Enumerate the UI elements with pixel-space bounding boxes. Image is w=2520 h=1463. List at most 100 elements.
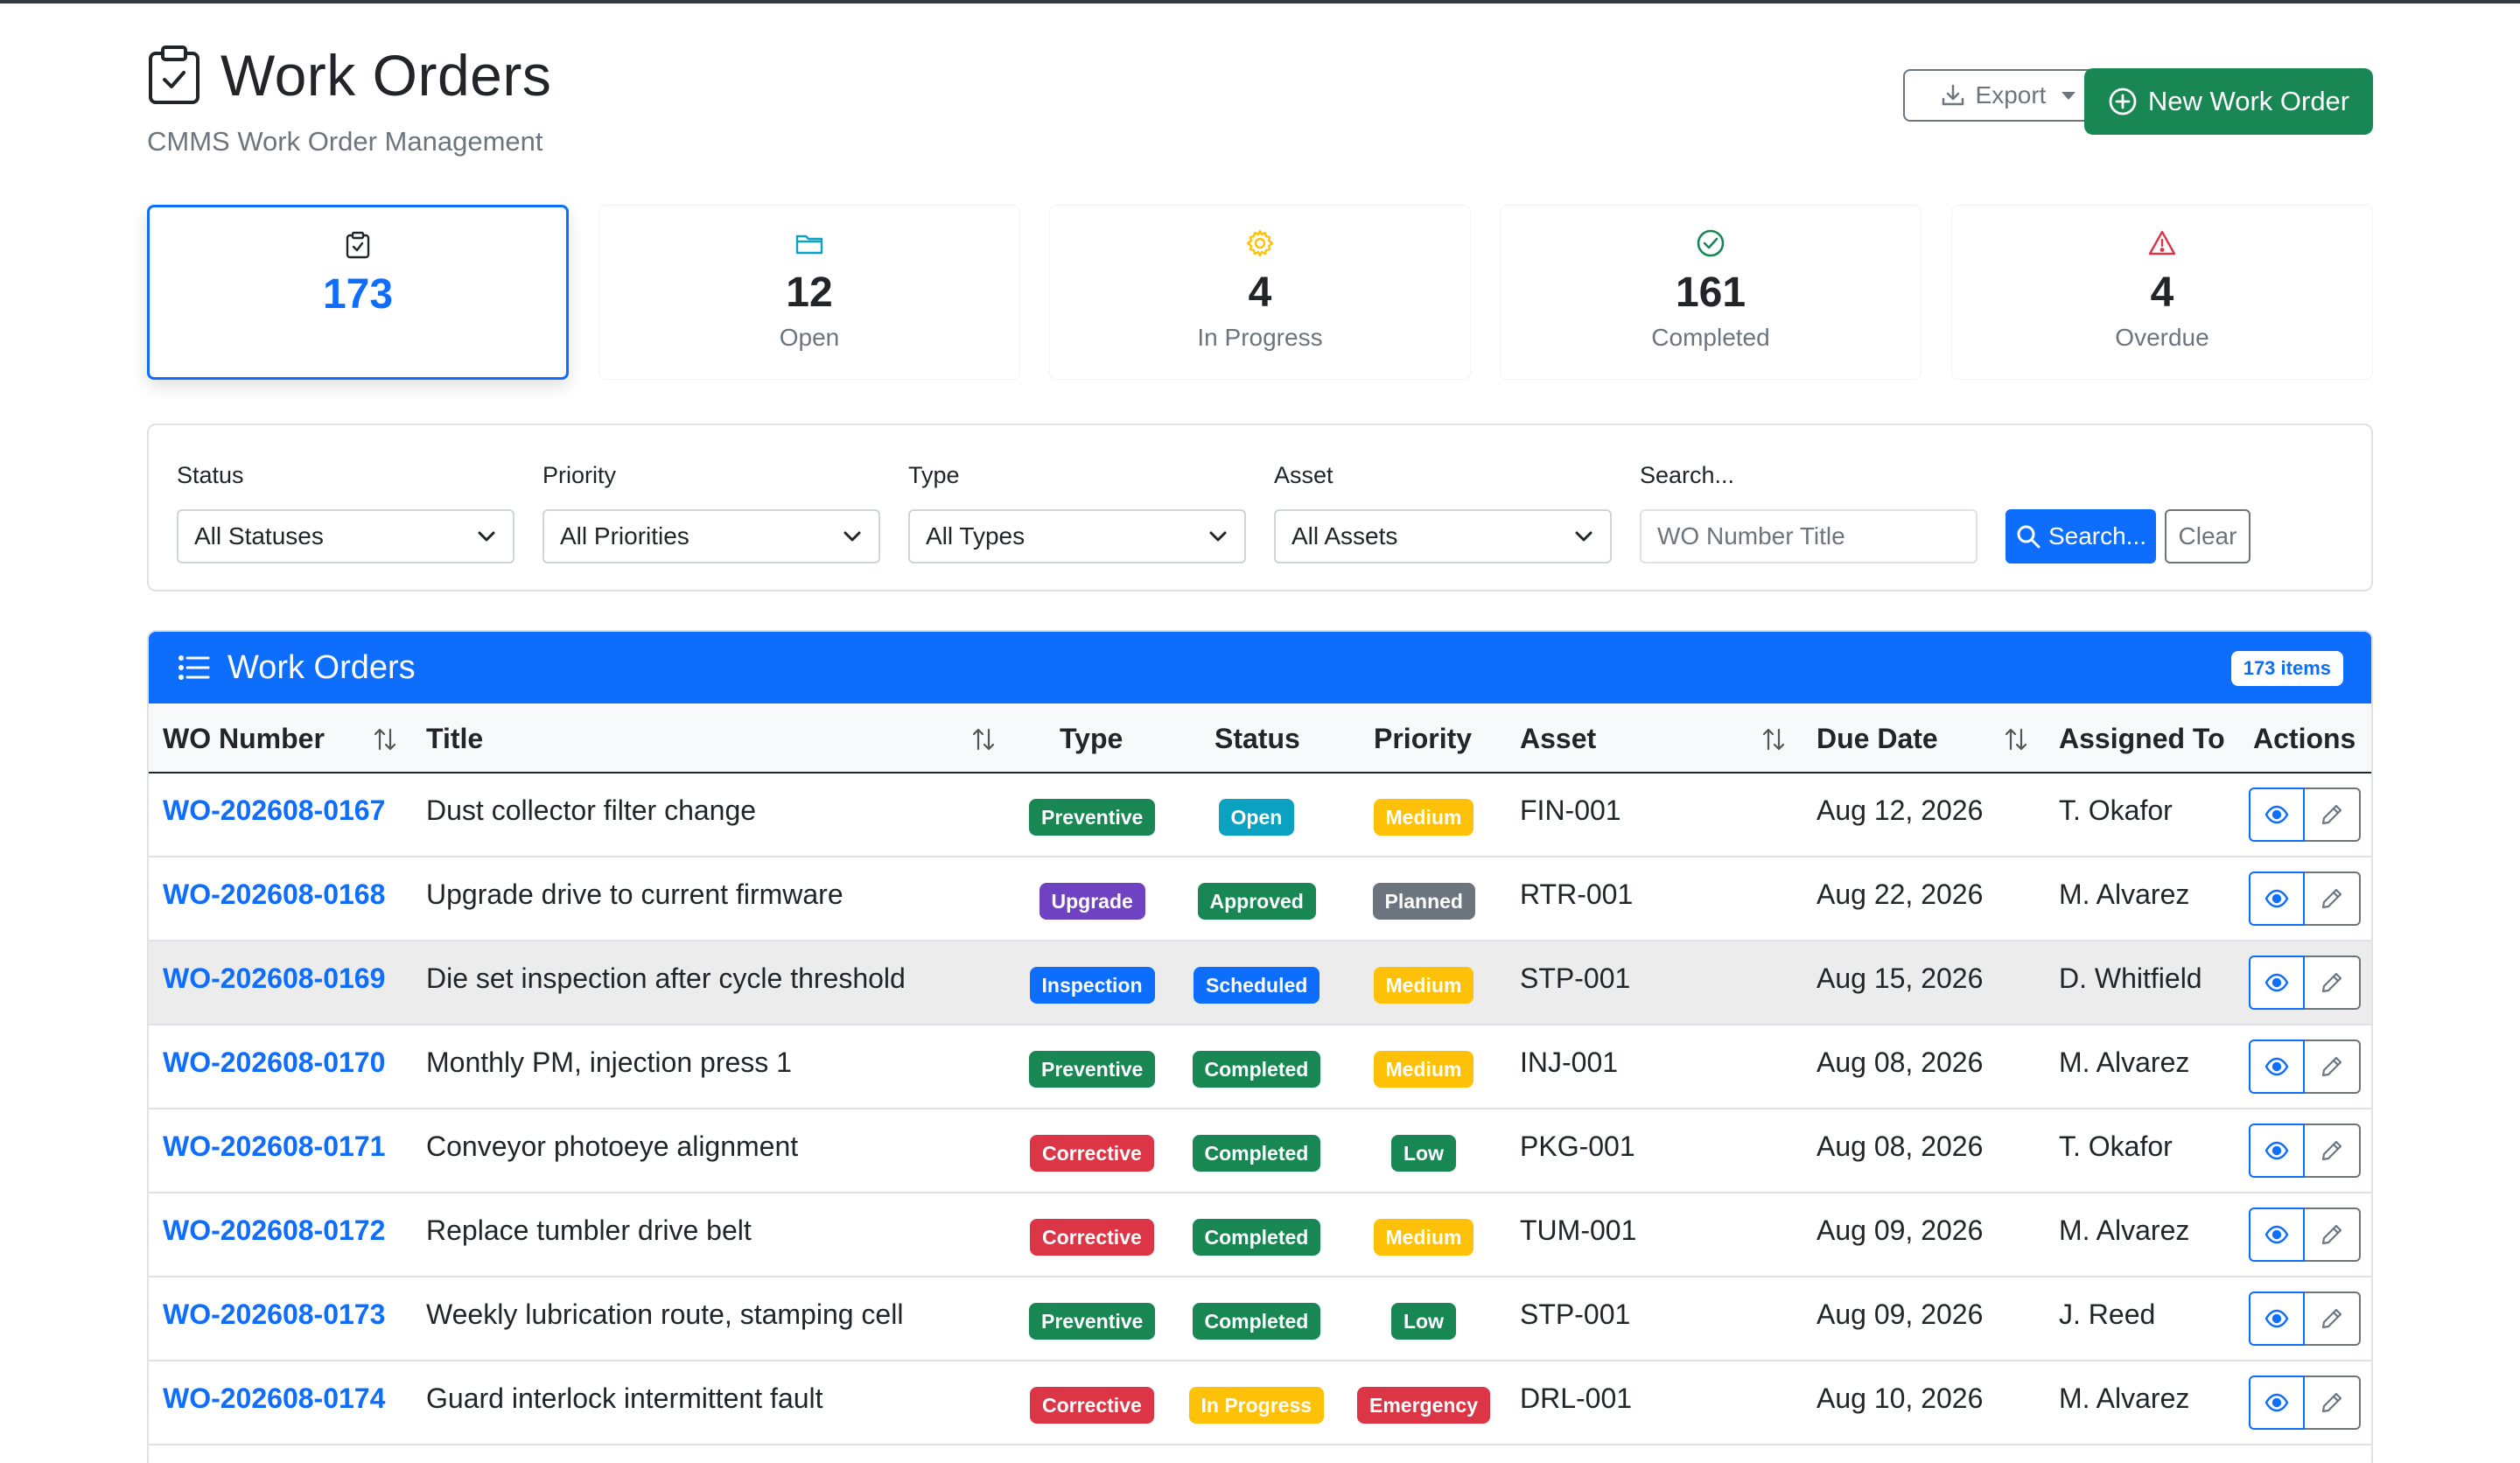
type-filter-label: Type [908,462,960,488]
wo-number-link[interactable]: WO-202608-0167 [163,794,385,827]
view-button[interactable] [2249,1292,2305,1346]
eye-icon [2264,889,2289,908]
chevron-down-icon [844,531,861,542]
due-date: Aug 09, 2026 [1816,1298,1984,1330]
table-row[interactable]: WO-202608-0172 Replace tumbler drive belt… [149,1194,2371,1278]
priority-select-value: All Priorities [560,522,690,550]
asset-code: INJ-001 [1520,1046,1619,1078]
wo-number-link[interactable]: WO-202608-0171 [163,1130,385,1163]
pencil-icon [2321,1056,2342,1077]
wo-title: Die set inspection after cycle threshold [426,962,906,994]
export-label: Export [1975,81,2047,108]
view-button[interactable] [2249,1376,2305,1430]
due-date: Aug 09, 2026 [1816,1214,1984,1246]
type-badge: Corrective [1030,1219,1154,1256]
stat-label-overdue: Overdue [2115,324,2209,351]
table-card-header: Work Orders 173 items [149,632,2371,704]
wo-number-link[interactable]: WO-202608-0174 [163,1382,385,1415]
search-filter-group: Search... [1640,462,1978,564]
col-assigned-to: Assigned To [2059,723,2225,754]
sort-icon[interactable] [372,726,398,752]
edit-button[interactable] [2305,1208,2361,1262]
col-due-date[interactable]: Due Date [1816,723,1938,755]
search-icon [2017,525,2040,549]
work-orders-table-card: Work Orders 173 items WO Number Title Ty… [147,630,2373,1463]
stats-row: 173 12 Open 4 In Progress 161 Completed … [147,205,2373,382]
status-badge: Completed [1192,1219,1321,1256]
view-button[interactable] [2249,1124,2305,1178]
search-button[interactable]: Search... [2006,509,2156,564]
view-button[interactable] [2249,956,2305,1010]
table-body: WO-202608-0167 Dust collector filter chan… [149,774,2371,1446]
status-badge: Completed [1192,1303,1321,1340]
row-actions [2249,1376,2361,1430]
status-badge: In Progress [1188,1387,1325,1424]
stat-card-total[interactable]: 173 [147,205,569,380]
wo-title: Guard interlock intermittent fault [426,1382,823,1414]
clear-button[interactable]: Clear [2165,509,2250,564]
wo-number-link[interactable]: WO-202608-0168 [163,878,385,911]
edit-button[interactable] [2305,956,2361,1010]
type-badge: Preventive [1029,799,1156,836]
stat-card-overdue[interactable]: 4 Overdue [1951,205,2373,380]
assigned-to: M. Alvarez [2059,1214,2190,1246]
table-row[interactable]: WO-202608-0174 Guard interlock intermitte… [149,1362,2371,1446]
assigned-to: M. Alvarez [2059,1382,2190,1414]
status-badge: Completed [1192,1135,1321,1172]
edit-button[interactable] [2305,1292,2361,1346]
edit-button[interactable] [2305,1040,2361,1094]
col-type: Type [1060,723,1124,754]
type-badge: Corrective [1030,1387,1154,1424]
wo-number-link[interactable]: WO-202608-0173 [163,1298,385,1331]
sort-icon[interactable] [2003,726,2029,752]
pencil-icon [2321,1224,2342,1245]
status-select[interactable]: All Statuses [177,509,514,564]
wo-title: Weekly lubrication route, stamping cell [426,1298,904,1330]
type-select[interactable]: All Types [908,509,1246,564]
search-input[interactable] [1640,509,1978,564]
asset-select-value: All Assets [1292,522,1398,550]
table-row[interactable]: WO-202608-0169 Die set inspection after c… [149,942,2371,1026]
table-row[interactable]: WO-202608-0171 Conveyor photoeye alignmen… [149,1110,2371,1194]
table-row[interactable]: WO-202608-0167 Dust collector filter chan… [149,774,2371,858]
items-count-badge: 173 items [2230,651,2343,686]
col-title[interactable]: Title [426,723,483,755]
table-row[interactable]: WO-202608-0170 Monthly PM, injection pres… [149,1026,2371,1110]
edit-button[interactable] [2305,872,2361,926]
wo-number-link[interactable]: WO-202608-0172 [163,1214,385,1247]
col-asset[interactable]: Asset [1520,723,1596,755]
edit-button[interactable] [2305,1124,2361,1178]
wo-title: Replace tumbler drive belt [426,1214,752,1246]
edit-button[interactable] [2305,1376,2361,1430]
view-button[interactable] [2249,872,2305,926]
pencil-icon [2321,1392,2342,1413]
stat-card-open[interactable]: 12 Open [598,205,1020,380]
col-wo-number[interactable]: WO Number [163,723,325,755]
edit-button[interactable] [2305,788,2361,842]
stat-card-in-progress[interactable]: 4 In Progress [1049,205,1471,380]
wo-number-link[interactable]: WO-202608-0170 [163,1046,385,1079]
page-header: Work Orders CMMS Work Order Management E… [147,0,2373,192]
export-button[interactable]: Export [1903,69,2113,122]
wo-number-link[interactable]: WO-202608-0169 [163,962,385,995]
view-button[interactable] [2249,788,2305,842]
eye-icon [2264,1141,2289,1160]
sort-icon[interactable] [970,726,997,752]
pencil-icon [2321,1308,2342,1329]
row-actions [2249,1292,2361,1346]
view-button[interactable] [2249,1040,2305,1094]
table-row[interactable]: WO-202608-0168 Upgrade drive to current f… [149,858,2371,942]
status-filter-label: Status [177,462,244,488]
eye-icon [2264,973,2289,992]
table-row[interactable]: WO-202608-0173 Weekly lubrication route, … [149,1278,2371,1362]
stat-label-open: Open [779,324,840,351]
new-work-order-button[interactable]: New Work Order [2084,68,2373,135]
priority-select[interactable]: All Priorities [542,509,880,564]
sort-icon[interactable] [1760,726,1787,752]
stat-card-completed[interactable]: 161 Completed [1500,205,1922,380]
type-badge: Preventive [1029,1051,1156,1088]
asset-filter-group: Asset All Assets [1274,462,1612,564]
asset-code: PKG-001 [1520,1130,1635,1162]
asset-select[interactable]: All Assets [1274,509,1612,564]
view-button[interactable] [2249,1208,2305,1262]
